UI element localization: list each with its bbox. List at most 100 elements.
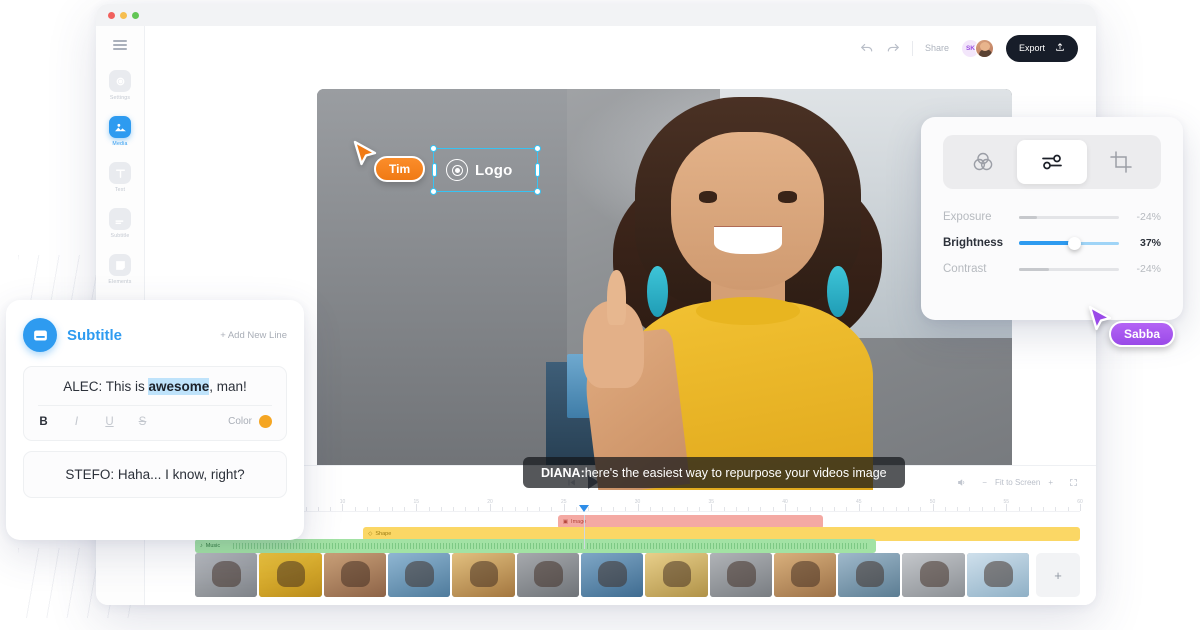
adjust-controls: Exposure -24% Brightness 37% Contrast -24% [943, 211, 1161, 275]
filters-tab[interactable] [948, 140, 1017, 184]
filmstrip-thumbnail[interactable] [259, 553, 322, 597]
slider-knob[interactable] [1067, 236, 1081, 250]
video-subject-person [579, 97, 901, 490]
ruler-tick [858, 504, 860, 511]
ruler-tick [416, 504, 418, 511]
adjust-row-brightness[interactable]: Brightness 37% [943, 236, 1161, 250]
export-button[interactable]: Export [1005, 34, 1078, 62]
ruler-tick [920, 507, 922, 511]
timeline-ruler[interactable]: 51015202530354045505560 [195, 498, 1083, 512]
ruler-tick [883, 507, 885, 511]
zoom-in-button[interactable]: + [1048, 478, 1053, 487]
add-new-line-button[interactable]: + Add New Line [220, 330, 287, 341]
zoom-out-button[interactable]: − [982, 478, 987, 487]
volume-icon[interactable] [957, 478, 966, 487]
filmstrip-thumbnail[interactable] [323, 553, 386, 597]
export-label: Export [1018, 43, 1045, 53]
ruler-tick [539, 507, 541, 511]
filmstrip-thumbnail[interactable] [838, 553, 901, 597]
ruler-tick [993, 507, 995, 511]
ruler-tick [403, 507, 405, 511]
elements-icon [109, 254, 131, 276]
ruler-tick [477, 507, 479, 511]
crop-tab[interactable] [1087, 140, 1156, 184]
filmstrip-thumbnail[interactable] [387, 553, 451, 597]
filmstrip-thumbnail[interactable] [452, 553, 515, 597]
timeline-filmstrip[interactable]: + [195, 553, 1081, 597]
ruler-tick [354, 507, 356, 511]
sidebar-item-media[interactable]: Media [96, 116, 145, 147]
ruler-label: 60 [1077, 499, 1083, 505]
ruler-tick [686, 507, 688, 511]
fullscreen-icon[interactable] [1069, 478, 1078, 487]
color-picker[interactable]: Color [228, 415, 272, 428]
adjust-slider[interactable] [1019, 267, 1119, 271]
filmstrip-thumbnail[interactable] [902, 553, 965, 597]
timeline-clip-music[interactable]: ♪ Music [195, 539, 877, 553]
resize-handle-top-left[interactable] [430, 145, 437, 152]
music-note-icon: ♪ [200, 543, 203, 549]
minimize-window-button[interactable] [120, 11, 127, 19]
subtitle-line-card[interactable]: STEFO: Haha... I know, right? [23, 451, 287, 498]
filmstrip-thumbnail[interactable] [966, 553, 1030, 597]
ruler-tick [453, 507, 455, 511]
underline-button[interactable]: U [104, 416, 115, 428]
sidebar-item-text[interactable]: Text [96, 162, 145, 193]
ruler-tick [662, 507, 664, 511]
player-right-controls: − Fit to Screen + [957, 478, 1078, 487]
filmstrip-thumbnail[interactable] [580, 553, 644, 597]
resize-handle-left[interactable] [431, 163, 437, 177]
filmstrip-thumbnail[interactable] [709, 553, 772, 597]
ruler-tick [1030, 507, 1032, 511]
italic-button[interactable]: I [71, 416, 82, 428]
adjust-tab[interactable] [1017, 140, 1087, 184]
subtitle-line-one[interactable]: ALEC: This is awesome, man! [38, 378, 272, 395]
color-swatch[interactable] [259, 415, 272, 428]
bold-button[interactable]: B [38, 416, 49, 428]
adjust-row-exposure[interactable]: Exposure -24% [943, 211, 1161, 223]
subtitle-line-card[interactable]: ALEC: This is awesome, man! B I U S Colo… [23, 366, 287, 441]
logo-element[interactable]: Logo [434, 149, 537, 191]
resize-handle-bottom-right[interactable] [534, 188, 541, 195]
logo-element-selection[interactable]: Logo [430, 145, 541, 195]
ruler-tick [637, 504, 639, 511]
adjust-slider[interactable] [1019, 215, 1119, 219]
ruler-tick [649, 507, 651, 511]
adjust-value: 37% [1139, 237, 1161, 249]
redo-icon[interactable] [886, 41, 900, 55]
cursor-tim: Tim [352, 140, 426, 182]
screenshot-root: Settings Media Text Subtitle Elements Sh… [0, 0, 1200, 630]
filmstrip-thumbnail[interactable] [773, 553, 837, 597]
target-circle-icon [446, 159, 468, 181]
subtitle-line-two[interactable]: STEFO: Haha... I know, right? [38, 467, 272, 482]
resize-handle-top-right[interactable] [534, 145, 541, 152]
zoom-level-label[interactable]: Fit to Screen [995, 478, 1040, 487]
close-window-button[interactable] [108, 11, 115, 19]
filmstrip-thumbnail[interactable] [195, 553, 258, 597]
maximize-window-button[interactable] [132, 11, 139, 19]
sidebar-item-subtitle[interactable]: Subtitle [96, 208, 145, 239]
resize-handle-right[interactable] [534, 163, 540, 177]
ruler-tick [784, 504, 786, 511]
timeline-tracks[interactable]: ▣ Image ◇ Shape ♪ Music [195, 515, 1080, 553]
filmstrip-thumbnail[interactable] [516, 553, 579, 597]
ruler-tick [576, 507, 578, 511]
collaborator-avatars[interactable]: SK [960, 38, 994, 58]
sidebar-item-elements[interactable]: Elements [96, 254, 145, 285]
sidebar-item-settings[interactable]: Settings [96, 70, 145, 101]
resize-handle-bottom-left[interactable] [430, 188, 437, 195]
share-button[interactable]: Share [925, 43, 949, 53]
adjust-row-contrast[interactable]: Contrast -24% [943, 263, 1161, 275]
hamburger-icon[interactable] [113, 40, 127, 50]
strikethrough-button[interactable]: S [137, 416, 148, 428]
filmstrip-thumbnail[interactable] [645, 553, 708, 597]
adjust-slider[interactable] [1019, 236, 1119, 250]
ruler-tick [907, 507, 909, 511]
ruler-tick [440, 507, 442, 511]
ruler-tick [563, 504, 565, 511]
playhead[interactable] [579, 505, 590, 512]
ruler-tick [932, 504, 934, 511]
undo-icon[interactable] [860, 41, 874, 55]
add-media-button[interactable]: + [1036, 553, 1081, 597]
ruler-tick [772, 507, 774, 511]
